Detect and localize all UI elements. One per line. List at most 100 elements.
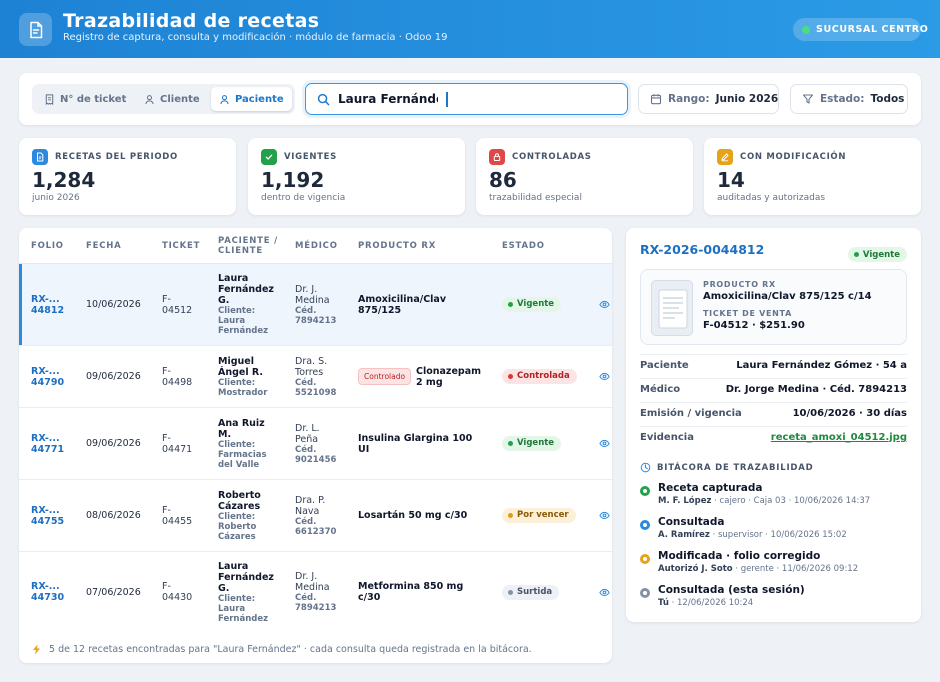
bolt-icon (32, 644, 41, 655)
client-name: del Valle (218, 459, 260, 470)
client-name: Laura (218, 316, 246, 326)
view-eye-icon[interactable] (599, 408, 610, 479)
patient-name: M. (218, 428, 232, 440)
user-icon (144, 94, 155, 105)
status-dot-icon (640, 486, 650, 496)
branch-badge[interactable]: SUCURSAL CENTRO (793, 18, 928, 41)
folio-number[interactable]: 44790 (31, 377, 64, 388)
ticket-number: 04498 (162, 376, 193, 388)
folio-number[interactable]: 44755 (31, 516, 64, 527)
view-eye-icon[interactable] (599, 552, 610, 632)
edit-icon (717, 149, 733, 165)
status-badge: Vigente (502, 297, 562, 312)
product-name: Clonazepam (416, 365, 482, 377)
log-entry-details: · cajero · Caja 03 · 10/06/2026 14:37 (711, 496, 871, 506)
doctor-name: Medina (295, 582, 330, 593)
status-value: Todos (870, 93, 905, 105)
license-label: Céd. (295, 305, 317, 316)
product-value: Amoxicilina/Clav 875/125 c/14 (703, 291, 872, 302)
license-label: Céd. (295, 377, 317, 388)
product-name: Amoxicilina/Clav (358, 293, 447, 305)
prescription-detail-panel: RX-2026-0044812 Vigente PRODUCTO RX Amox… (626, 228, 921, 622)
evidence-file-link[interactable]: receta_amoxi_04512.jpg (771, 432, 907, 443)
mode-ticket-button[interactable]: N° de ticket (36, 87, 132, 111)
column-header-status[interactable]: ESTADO (502, 228, 545, 263)
patient-name: Fernández (218, 284, 274, 295)
client-name: Cázares (218, 531, 256, 542)
column-header-folio[interactable]: FOLIO (31, 228, 64, 263)
prescription-summary-card[interactable]: PRODUCTO RX Amoxicilina/Clav 875/125 c/1… (640, 269, 907, 345)
log-entry-user: Tú (658, 598, 669, 608)
range-label: Rango: (668, 93, 710, 105)
table-row[interactable]: RX-... 44730 07/06/2026 F- 04430 Laura Fern… (19, 552, 612, 632)
status-label: Estado: (820, 93, 865, 105)
folio-link[interactable]: RX-... (31, 433, 64, 444)
view-eye-icon[interactable] (599, 264, 610, 345)
date-cell: 09/06/2026 (86, 371, 141, 382)
client-name: Mostrador (218, 387, 268, 398)
table-row[interactable]: RX-... 44755 08/06/2026 F- 04455 Roberto Cá… (19, 480, 612, 552)
folio-link[interactable]: RX-... (31, 581, 64, 592)
column-header-doctor[interactable]: MÉDICO (295, 228, 338, 263)
controlled-tag: Controlado (358, 368, 412, 385)
folio-link[interactable]: RX-... (31, 366, 64, 377)
mode-patient-label: Paciente (235, 93, 284, 105)
folio-number[interactable]: 44730 (31, 592, 64, 603)
patient-name: Laura (218, 273, 249, 284)
date-range-filter[interactable]: Rango: Junio 2026 (638, 84, 779, 114)
search-field[interactable] (305, 83, 628, 115)
folio-link[interactable]: RX-... (31, 505, 64, 516)
column-header-date[interactable]: FECHA (86, 228, 122, 263)
mode-client-button[interactable]: Cliente (136, 87, 208, 111)
log-entry-meta: A. Ramírez · supervisor · 10/06/2026 15:… (658, 530, 847, 540)
field-value: Laura Fernández Gómez · 54 a (736, 359, 907, 371)
license-number: 7894213 (295, 315, 337, 326)
folio-number[interactable]: 44812 (31, 305, 64, 316)
status-text: Vigente (862, 249, 900, 260)
status-filter[interactable]: Estado: Todos (790, 84, 908, 114)
log-entry-meta: M. F. López · cajero · Caja 03 · 10/06/2… (658, 496, 870, 506)
ticket-number: 04471 (162, 443, 193, 455)
column-header-product[interactable]: PRODUCTO RX (358, 228, 436, 263)
ticket-prefix: F- (162, 581, 171, 592)
folio-link[interactable]: RX-... (31, 294, 64, 305)
ticket-value: F-04512 · $251.90 (703, 320, 805, 331)
column-header-patient[interactable]: PACIENTE / CLIENTE (218, 228, 282, 263)
doctor-name: Nava (295, 505, 320, 517)
doctor-name: Dr. J. (295, 283, 318, 295)
status-badge: Por vencer (502, 508, 576, 523)
ticket-prefix: F- (162, 365, 171, 377)
license-number: 9021456 (295, 454, 337, 465)
table-row[interactable]: RX-... 44771 09/06/2026 F- 04471 Ana Ruiz M… (19, 408, 612, 480)
page-subtitle: Registro de captura, consulta y modifica… (63, 32, 448, 43)
page-title: Trazabilidad de recetas (63, 10, 320, 32)
table-row[interactable]: RX-... 44790 09/06/2026 F- 04498 Miguel Áng… (19, 346, 612, 408)
field-label: Médico (640, 383, 681, 395)
stat-card-total: RECETAS DEL PERIODO 1,284 junio 2026 (19, 138, 236, 215)
view-eye-icon[interactable] (599, 480, 610, 551)
date-cell: 09/06/2026 (86, 438, 141, 449)
patient-name: Cázares (218, 500, 261, 512)
stat-value: 1,192 (261, 168, 325, 192)
ticket-prefix: F- (162, 504, 171, 516)
search-input[interactable] (338, 92, 438, 106)
ticket-prefix: F- (162, 293, 171, 305)
product-label: PRODUCTO RX (703, 280, 776, 289)
log-entry-details: · gerente · 11/06/2026 09:12 (732, 564, 859, 574)
client-name: Farmacias (218, 449, 267, 460)
folio-number[interactable]: 44771 (31, 444, 64, 455)
mode-patient-button[interactable]: Paciente (211, 87, 292, 111)
client-label: Cliente: (218, 511, 256, 522)
prescriptions-table: FOLIO FECHA TICKET PACIENTE / CLIENTE MÉ… (19, 228, 612, 663)
product-name: UI (358, 443, 370, 455)
stat-card-controlled: CONTROLADAS 86 trazabilidad especial (476, 138, 693, 215)
table-row[interactable]: RX-... 44812 10/06/2026 F- 04512 Laura Fern… (19, 264, 612, 346)
mode-client-label: Cliente (160, 93, 200, 105)
log-entry-details: · supervisor · 10/06/2026 15:02 (709, 530, 847, 540)
doctor-name: Torres (295, 366, 324, 378)
view-eye-icon[interactable] (599, 346, 610, 407)
column-header-ticket[interactable]: TICKET (162, 228, 200, 263)
stat-label: VIGENTES (284, 152, 337, 162)
stat-value: 1,284 (32, 168, 96, 192)
prescription-image-thumbnail[interactable] (651, 280, 693, 336)
